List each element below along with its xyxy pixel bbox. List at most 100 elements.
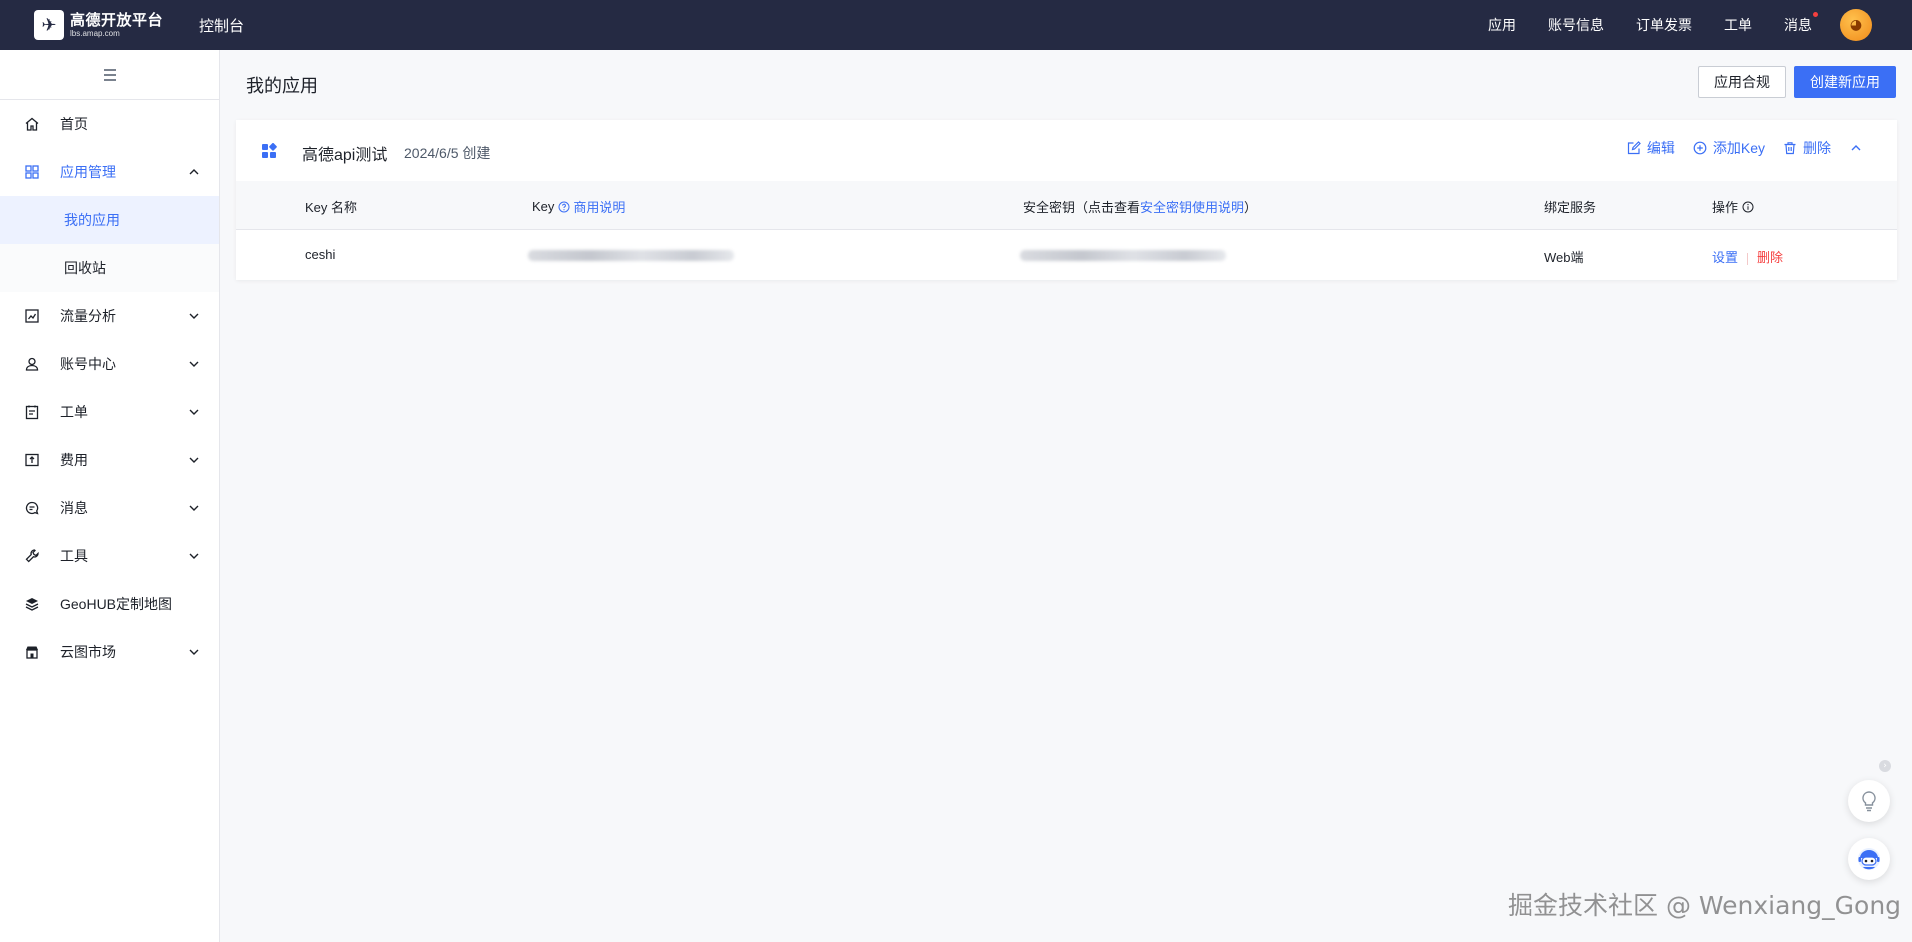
hamburger-icon bbox=[103, 68, 116, 81]
col-secret: 安全密钥（点击查看 安全密钥使用说明） bbox=[1023, 197, 1257, 216]
info-icon bbox=[1742, 201, 1754, 212]
sidebar-item-recycle-bin[interactable]: 回收站 bbox=[0, 244, 219, 292]
sidebar-item-cloud-market[interactable]: 云图市场 bbox=[0, 628, 219, 676]
watermark-text: 掘金技术社区 @ Wenxiang_Gong bbox=[1508, 891, 1902, 920]
nav-tickets[interactable]: 工单 bbox=[1724, 15, 1752, 35]
sidebar-item-label: 首页 bbox=[60, 116, 88, 132]
edit-icon bbox=[1627, 141, 1641, 155]
top-bar: ✈ 高德开放平台 lbs.amap.com 控制台 应用 账号信息 订单发票 工… bbox=[0, 0, 1912, 50]
sidebar: 首页 应用管理 我的应用 回收站 流量分析 账号中心 工单 费用 消息 工具 G… bbox=[0, 50, 220, 942]
keys-table-header: Key 名称 Key 商用说明 安全密钥（点击查看 安全密钥使用说明） 绑定服务 … bbox=[236, 181, 1897, 230]
sidebar-item-billing[interactable]: 费用 bbox=[0, 436, 219, 484]
chevron-down-icon bbox=[189, 361, 199, 367]
chevron-down-icon bbox=[189, 553, 199, 559]
amap-logo-icon: ✈ bbox=[34, 10, 64, 40]
sidebar-item-tickets[interactable]: 工单 bbox=[0, 388, 219, 436]
wallet-icon bbox=[24, 452, 40, 468]
col-secret-suffix: ） bbox=[1244, 200, 1258, 215]
row-ops: 设置 删除 bbox=[1712, 247, 1783, 266]
app-card: 高德api测试 2024/6/5 创建 编辑 添加Key 删除 Key 名称 K… bbox=[236, 120, 1897, 280]
sidebar-item-account-center[interactable]: 账号中心 bbox=[0, 340, 219, 388]
col-secret-label: 安全密钥（点击查看 bbox=[1023, 200, 1141, 215]
sidebar-item-label: 应用管理 bbox=[60, 164, 116, 180]
chart-icon bbox=[24, 308, 40, 324]
edit-app-button[interactable]: 编辑 bbox=[1627, 138, 1675, 158]
sidebar-item-messages[interactable]: 消息 bbox=[0, 484, 219, 532]
amap-logo[interactable]: ✈ 高德开放平台 lbs.amap.com bbox=[34, 10, 163, 40]
tips-button[interactable] bbox=[1848, 780, 1890, 822]
logo-title: 高德开放平台 bbox=[70, 11, 164, 29]
chevron-down-icon bbox=[189, 457, 199, 463]
chevron-up-icon[interactable] bbox=[1849, 141, 1863, 155]
nav-account-info[interactable]: 账号信息 bbox=[1548, 15, 1604, 35]
avatar[interactable]: ◕ bbox=[1840, 9, 1872, 41]
page-title: 我的应用 bbox=[246, 76, 318, 96]
help-circle-icon bbox=[558, 201, 570, 212]
sidebar-item-label: 工具 bbox=[60, 548, 88, 564]
key-delete-link[interactable]: 删除 bbox=[1757, 250, 1783, 265]
col-key-label: Key bbox=[532, 199, 555, 214]
avatar-face-icon: ◕ bbox=[1849, 17, 1863, 33]
logo-subtitle: lbs.amap.com bbox=[70, 28, 120, 38]
chevron-down-icon bbox=[189, 505, 199, 511]
secret-usage-link[interactable]: 安全密钥使用说明 bbox=[1140, 197, 1244, 216]
chevron-up-icon bbox=[189, 169, 199, 175]
console-title[interactable]: 控制台 bbox=[199, 15, 244, 36]
sidebar-item-my-apps[interactable]: 我的应用 bbox=[0, 196, 219, 244]
trash-icon bbox=[1784, 142, 1796, 155]
grid-icon bbox=[24, 164, 40, 180]
commercial-terms-link[interactable]: 商用说明 bbox=[573, 197, 625, 216]
add-key-label: 添加Key bbox=[1712, 140, 1765, 156]
sidebar-item-label: 云图市场 bbox=[60, 644, 116, 660]
nav-messages[interactable]: 消息 bbox=[1784, 12, 1818, 35]
plus-circle-icon bbox=[1693, 141, 1707, 155]
delete-label: 删除 bbox=[1803, 140, 1831, 156]
op-divider bbox=[1747, 252, 1749, 265]
sidebar-item-tools[interactable]: 工具 bbox=[0, 532, 219, 580]
sidebar-item-app-management[interactable]: 应用管理 bbox=[0, 148, 219, 196]
delete-app-button[interactable]: 删除 bbox=[1783, 138, 1831, 158]
message-icon bbox=[24, 500, 40, 516]
home-icon bbox=[24, 116, 40, 132]
app-name: 高德api测试 bbox=[302, 147, 388, 164]
create-app-button[interactable]: 创建新应用 bbox=[1794, 66, 1896, 98]
layers-icon bbox=[24, 596, 40, 612]
clipboard-icon bbox=[24, 404, 40, 420]
wrench-icon bbox=[24, 548, 40, 564]
app-grid-icon bbox=[262, 143, 277, 158]
app-actions: 编辑 添加Key 删除 bbox=[1609, 138, 1863, 158]
menu-toggle[interactable] bbox=[0, 50, 219, 100]
col-key-name: Key 名称 bbox=[305, 200, 358, 215]
robot-assistant-icon bbox=[1858, 848, 1880, 870]
sidebar-item-geohub[interactable]: GeoHUB定制地图 bbox=[0, 580, 219, 628]
float-close-icon[interactable]: › bbox=[1879, 760, 1891, 772]
sidebar-item-traffic-analysis[interactable]: 流量分析 bbox=[0, 292, 219, 340]
nav-apps[interactable]: 应用 bbox=[1488, 15, 1516, 35]
table-row: ceshi Web端 设置 删除 bbox=[236, 230, 1897, 280]
customer-service-button[interactable] bbox=[1848, 838, 1890, 880]
chevron-down-icon bbox=[189, 409, 199, 415]
top-nav: 应用 账号信息 订单发票 工单 消息 ◕ bbox=[1456, 0, 1872, 50]
main-content: 我的应用 应用合规 创建新应用 高德api测试 2024/6/5 创建 编辑 添… bbox=[221, 50, 1912, 942]
row-service: Web端 bbox=[1544, 250, 1584, 265]
chevron-down-icon bbox=[189, 649, 199, 655]
col-key: Key 商用说明 bbox=[532, 197, 625, 216]
key-value-redacted bbox=[528, 250, 734, 261]
col-ops-label: 操作 bbox=[1712, 200, 1739, 215]
sidebar-item-label: 消息 bbox=[60, 500, 88, 516]
add-key-button[interactable]: 添加Key bbox=[1693, 138, 1765, 158]
edit-label: 编辑 bbox=[1646, 140, 1675, 156]
nav-messages-label: 消息 bbox=[1784, 17, 1812, 33]
chevron-down-icon bbox=[189, 313, 199, 319]
nav-orders-invoices[interactable]: 订单发票 bbox=[1636, 15, 1692, 35]
row-key-name: ceshi bbox=[305, 247, 336, 262]
key-settings-link[interactable]: 设置 bbox=[1712, 250, 1738, 265]
sidebar-item-label: 账号中心 bbox=[60, 356, 116, 372]
app-compliance-button[interactable]: 应用合规 bbox=[1698, 66, 1786, 98]
sidebar-item-label: 流量分析 bbox=[60, 308, 116, 324]
unread-dot bbox=[1813, 12, 1818, 17]
col-ops: 操作 bbox=[1712, 197, 1757, 216]
user-icon bbox=[24, 356, 40, 372]
store-icon bbox=[24, 644, 40, 660]
sidebar-item-home[interactable]: 首页 bbox=[0, 100, 219, 148]
